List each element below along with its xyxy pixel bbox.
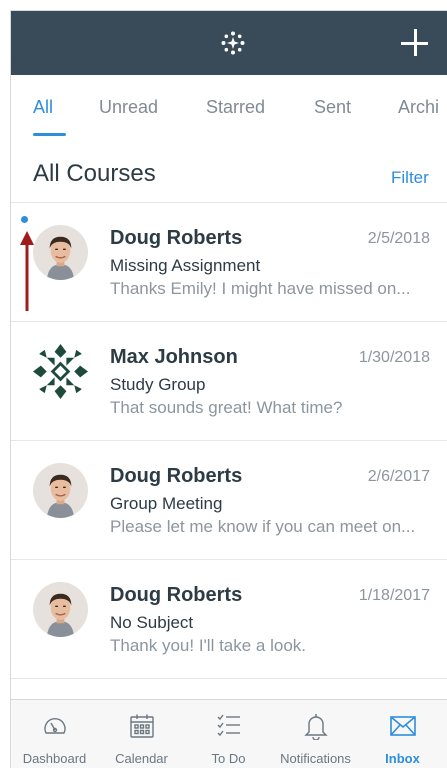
message-row[interactable]: Doug Roberts 2/5/2018 Missing Assignment… [11,203,447,322]
tab-all[interactable]: All [33,97,53,118]
message-preview: That sounds great! What time? [110,398,343,417]
tab-sent[interactable]: Sent [314,97,351,118]
message-date: 2/5/2018 [367,230,430,247]
nav-inbox[interactable]: Inbox [359,700,446,768]
message-date: 2/6/2017 [367,468,430,485]
message-list: Doug Roberts 2/5/2018 Missing Assignment… [11,203,447,679]
tab-starred[interactable]: Starred [206,97,265,118]
nav-label: Calendar [115,751,168,766]
message-subject: Study Group [110,375,206,394]
bottom-tab-bar: Dashboard Calendar To Do Notifications I… [11,699,447,768]
compose-button[interactable] [398,26,432,60]
unread-indicator [21,216,28,223]
message-sender: Doug Roberts [110,227,243,249]
todo-list-icon [217,714,240,737]
canvas-logo-icon [221,31,245,55]
avatar [33,582,88,637]
message-row[interactable]: Max Johnson 1/30/2018 Study Group That s… [11,322,447,441]
nav-label: Notifications [280,751,351,766]
message-subject: Group Meeting [110,494,223,513]
nav-todo[interactable]: To Do [185,700,272,768]
message-row[interactable]: Doug Roberts 1/18/2017 No Subject Thank … [11,560,447,679]
message-date: 1/18/2017 [358,587,430,604]
nav-calendar[interactable]: Calendar [98,700,185,768]
message-date: 1/30/2018 [358,349,430,366]
filter-button[interactable]: Filter [391,168,429,188]
nav-label: Dashboard [22,751,87,766]
avatar [33,463,88,518]
message-sender: Max Johnson [110,346,238,368]
bell-icon [304,714,328,740]
message-preview: Thank you! I'll take a look. [110,636,307,655]
dashboard-gauge-icon [44,717,66,734]
annotation-arrow-icon [20,231,34,311]
envelope-icon [390,716,416,736]
message-preview: Please let me know if you can meet on... [110,517,416,536]
message-sender: Doug Roberts [110,584,243,606]
message-subject: No Subject [110,613,194,632]
top-navigation-bar [11,11,447,75]
avatar [33,344,88,399]
message-sender: Doug Roberts [110,465,243,487]
message-subject: Missing Assignment [110,256,261,275]
inbox-filter-tabs: All Unread Starred Sent Archi [11,75,447,141]
tab-unread[interactable]: Unread [99,97,158,118]
calendar-icon [130,714,154,738]
message-row[interactable]: Doug Roberts 2/6/2017 Group Meeting Plea… [11,441,447,560]
avatar [33,225,88,280]
nav-label: To Do [211,751,246,766]
tab-archived[interactable]: Archi [398,97,439,118]
message-preview: Thanks Emily! I might have missed on... [110,279,411,298]
page-title: All Courses [33,160,156,187]
nav-dashboard[interactable]: Dashboard [11,700,98,768]
active-tab-indicator [33,133,66,136]
nav-label: Inbox [385,751,420,766]
nav-notifications[interactable]: Notifications [272,700,359,768]
section-header: All Courses Filter [11,141,447,203]
app-screen: All Unread Starred Sent Archi All Course… [10,10,447,768]
